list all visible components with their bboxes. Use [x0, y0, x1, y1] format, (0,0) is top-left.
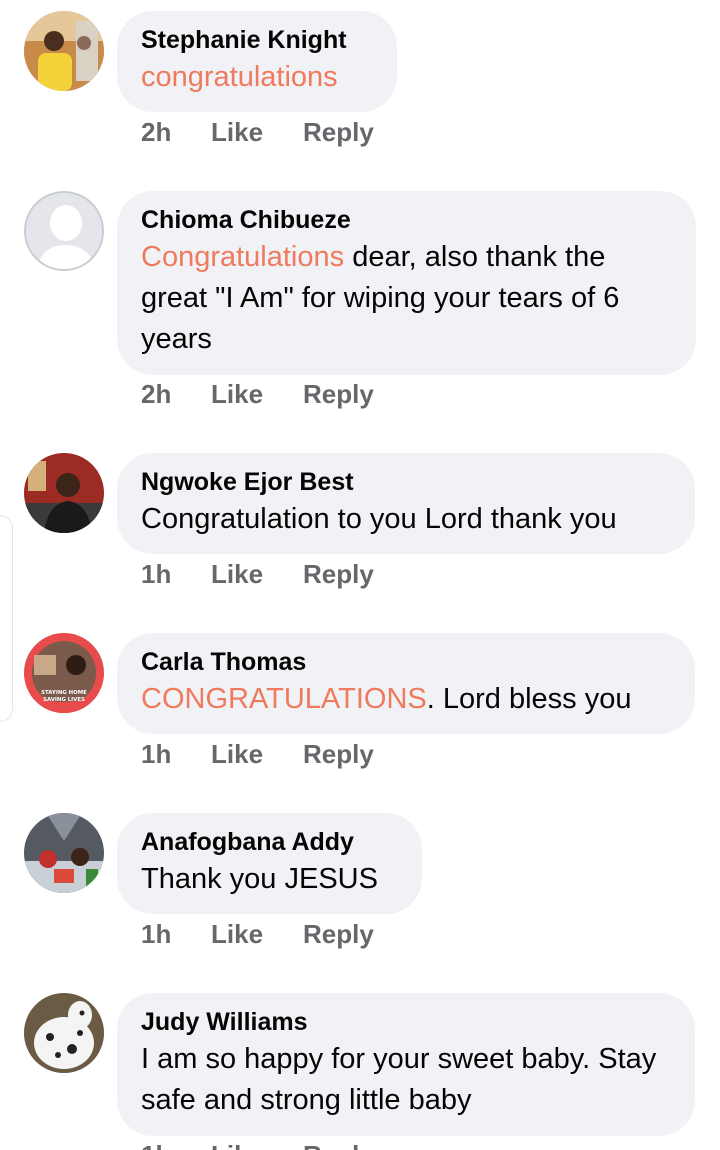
frame-text-bottom: SAVING LIVES	[43, 697, 85, 703]
comment-author[interactable]: Judy Williams	[141, 1005, 671, 1039]
comment-bubble: Stephanie Knight congratulations	[117, 11, 397, 112]
comment-author[interactable]: Carla Thomas	[141, 645, 671, 679]
comment-text-rest: I am so happy for your sweet baby. Stay …	[141, 1043, 657, 1116]
reply-button[interactable]: Reply	[303, 117, 374, 148]
comment-author[interactable]: Chioma Chibueze	[141, 203, 672, 237]
profile-photo-icon	[24, 11, 104, 91]
comment-timestamp[interactable]: 2h	[141, 117, 211, 148]
comment-timestamp[interactable]: 1h	[141, 559, 211, 590]
avatar[interactable]	[24, 191, 104, 271]
comment-timestamp[interactable]: 1h	[141, 1140, 211, 1150]
like-button[interactable]: Like	[211, 1140, 303, 1150]
comment-actions: 1hLikeReply	[141, 739, 374, 770]
avatar[interactable]	[24, 813, 104, 893]
comment-actions: 1hLikeReply	[141, 1140, 374, 1150]
avatar[interactable]	[24, 453, 104, 533]
comment-text-rest: Congratulation to you Lord thank you	[141, 503, 617, 535]
left-edge-panel	[0, 515, 13, 722]
comment-text-rest: . Lord bless you	[426, 683, 632, 715]
reply-button[interactable]: Reply	[303, 379, 374, 410]
comment-text-rest: Thank you JESUS	[141, 863, 378, 895]
avatar[interactable]	[24, 993, 104, 1073]
profile-photo-icon	[24, 453, 104, 533]
comment-timestamp[interactable]: 1h	[141, 919, 211, 950]
reply-button[interactable]: Reply	[303, 559, 374, 590]
comment-text: I am so happy for your sweet baby. Stay …	[141, 1039, 671, 1121]
like-button[interactable]: Like	[211, 117, 303, 148]
comment-bubble: Anafogbana Addy Thank you JESUS	[117, 813, 422, 914]
comment-text: Thank you JESUS	[141, 859, 398, 900]
like-button[interactable]: Like	[211, 559, 303, 590]
highlighted-keyword[interactable]: Congratulations	[141, 241, 344, 273]
profile-photo-icon	[24, 813, 104, 893]
comment-text: CONGRATULATIONS. Lord bless you	[141, 679, 671, 720]
profile-photo-with-frame-icon: STAYING HOME SAVING LIVES	[24, 633, 104, 713]
comment-text: Congratulations dear, also thank the gre…	[141, 237, 672, 360]
reply-button[interactable]: Reply	[303, 1140, 374, 1150]
comment-bubble: Chioma Chibueze Congratulations dear, al…	[117, 191, 696, 375]
avatar[interactable]: STAYING HOME SAVING LIVES	[24, 633, 104, 713]
comment-bubble: Carla Thomas CONGRATULATIONS. Lord bless…	[117, 633, 695, 734]
comment-actions: 1hLikeReply	[141, 919, 374, 950]
reply-button[interactable]: Reply	[303, 739, 374, 770]
comment-text: congratulations	[141, 57, 373, 98]
profile-photo-icon	[24, 993, 104, 1073]
default-profile-silhouette-icon	[26, 193, 102, 269]
avatar[interactable]	[24, 11, 104, 91]
like-button[interactable]: Like	[211, 919, 303, 950]
highlighted-keyword[interactable]: CONGRATULATIONS	[141, 683, 427, 715]
comment-text: Congratulation to you Lord thank you	[141, 499, 671, 540]
frame-text-top: STAYING HOME	[41, 690, 87, 696]
comment-author[interactable]: Stephanie Knight	[141, 23, 373, 57]
comment-bubble: Ngwoke Ejor Best Congratulation to you L…	[117, 453, 695, 554]
reply-button[interactable]: Reply	[303, 919, 374, 950]
comment-bubble: Judy Williams I am so happy for your swe…	[117, 993, 695, 1136]
comment-actions: 2h Like Reply	[141, 379, 374, 410]
comment-author[interactable]: Anafogbana Addy	[141, 825, 398, 859]
comment-actions: 2h Like Reply	[141, 117, 374, 148]
comment-author[interactable]: Ngwoke Ejor Best	[141, 465, 671, 499]
like-button[interactable]: Like	[211, 379, 303, 410]
highlighted-keyword[interactable]: congratulations	[141, 61, 338, 93]
comment-timestamp[interactable]: 2h	[141, 379, 211, 410]
comment-timestamp[interactable]: 1h	[141, 739, 211, 770]
like-button[interactable]: Like	[211, 739, 303, 770]
comment-actions: 1hLikeReply	[141, 559, 374, 590]
